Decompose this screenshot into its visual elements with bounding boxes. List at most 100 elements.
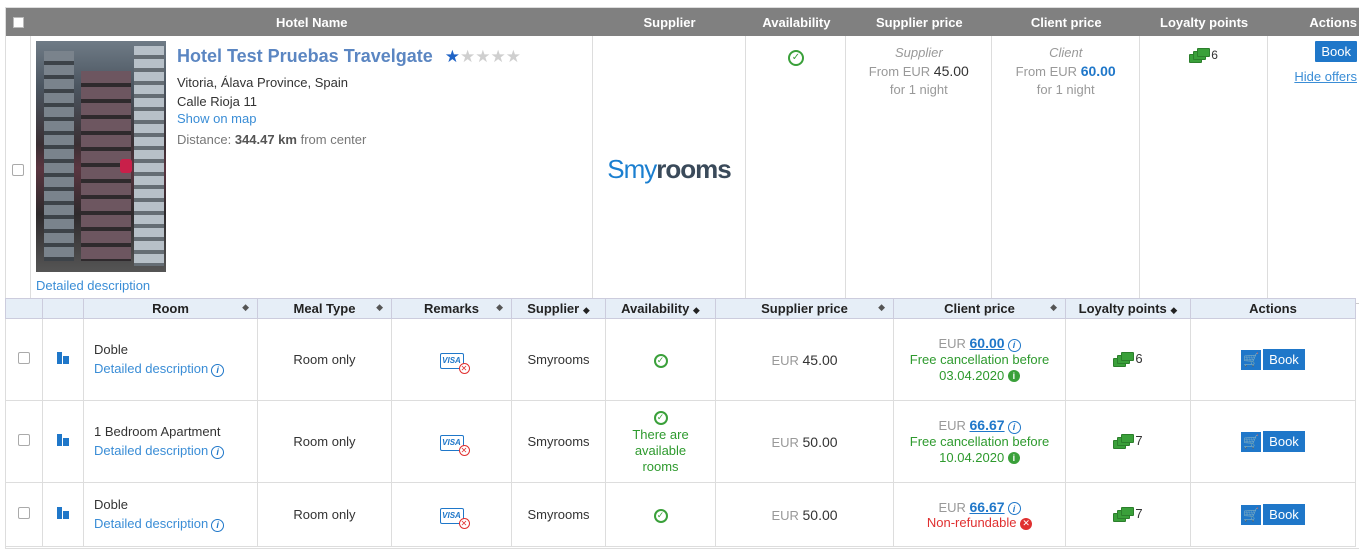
check-circle-icon: ✓ [653,410,668,425]
supplier-logo: Smyrooms [607,154,731,184]
offers-col-supplier[interactable]: Supplier ◆ [511,298,606,319]
offer-client-price: EUR 66.67 i Non-refundable ✕ [893,482,1066,547]
sort-icon[interactable]: ◆ [1050,302,1057,313]
hotel-main-cell: Detailed description Hotel Test Pruebas … [31,36,593,303]
free-cancellation: Free cancellation before 03.04.2020 i [909,351,1050,383]
meal-type: Room only [257,318,392,401]
col-loyalty-points[interactable]: Loyalty points [1140,15,1268,30]
offers-col-client-price[interactable]: Client price ◆ [893,298,1066,319]
offers-col-room[interactable]: Room ◆ [83,298,258,319]
offer-checkbox[interactable] [18,507,30,519]
hotel-book-button[interactable]: Book [1315,41,1357,62]
info-icon[interactable]: i [211,518,225,532]
hotel-name[interactable]: Hotel Test Pruebas Travelgate [177,46,433,67]
info-icon[interactable]: i [211,445,225,459]
offer-loyalty: 6 [1065,318,1191,401]
col-availability[interactable]: Availability [746,15,846,30]
money-icon [1113,433,1135,450]
offer-row: 1 Bedroom Apartment Detailed description… [5,400,1356,483]
offers-col-actions: Actions [1190,298,1356,319]
offers-header-row: Room ◆ Meal Type ◆ Remarks ◆ Supplier ◆ Ava… [5,298,1356,319]
room-detailed-description-link[interactable]: Detailed description i [94,516,256,532]
col-actions: Actions [1309,14,1357,30]
info-icon[interactable]: i [1007,338,1021,352]
hotel-checkbox[interactable] [11,163,24,176]
building-icon [57,352,69,364]
results-header: Hotel Name Supplier Availability Supplie… [6,8,1359,36]
info-icon[interactable]: i [1007,502,1021,516]
offer-checkbox[interactable] [18,434,30,446]
offer-checkbox[interactable] [18,352,30,364]
offer-book-button[interactable]: Book [1263,431,1305,452]
offers-col-loyalty-points[interactable]: Loyalty points ◆ [1065,298,1191,319]
hotel-stars: ★★★★★ [445,47,521,67]
hotel-detailed-description-link[interactable]: Detailed description [36,278,150,293]
visa-card-icon[interactable]: VISA ✕ [439,507,470,529]
select-all-checkbox[interactable] [6,16,31,28]
offer-loyalty: 7 [1065,482,1191,547]
availability-text: There are available rooms [632,426,689,474]
money-icon [1113,506,1135,523]
col-hotel-name[interactable]: Hotel Name [31,15,593,30]
info-badge-icon[interactable]: i [1007,370,1020,383]
room-detailed-description-link[interactable]: Detailed description i [94,443,256,459]
cart-icon[interactable]: 🛒 [1241,349,1262,370]
hotel-availability-cell: ✓ [746,36,847,303]
room-name: Doble [94,342,128,358]
sort-icon[interactable]: ◆ [693,305,700,315]
visa-card-icon[interactable]: VISA ✕ [439,352,470,374]
hotel-actions: Book Hide offers [1268,36,1359,303]
star-filled-icon: ★ [444,46,460,66]
show-on-map-link[interactable]: Show on map [177,111,521,126]
offers-col-meal-type[interactable]: Meal Type ◆ [257,298,392,319]
offer-supplier-price: EUR 50.00 [715,482,894,547]
meal-type: Room only [257,400,392,483]
meal-type: Room only [257,482,392,547]
offer-supplier: Smyrooms [511,318,606,401]
offer-book-button[interactable]: Book [1263,504,1305,525]
col-supplier-price[interactable]: Supplier price [846,15,992,30]
close-circle-icon[interactable]: ✕ [1020,517,1033,530]
hotel-photo[interactable] [35,41,166,272]
sort-icon[interactable]: ◆ [878,302,885,313]
hotel-checkbox-cell [6,36,31,303]
room-name: 1 Bedroom Apartment [94,424,221,440]
offers-col-remarks[interactable]: Remarks ◆ [391,298,512,319]
offer-client-price: EUR 66.67 i Free cancellation before 10.04… [893,400,1066,483]
room-detailed-description-link[interactable]: Detailed description i [94,361,256,377]
offer-supplier: Smyrooms [511,482,606,547]
money-icon [1189,48,1211,64]
offers-col-supplier-price[interactable]: Supplier price ◆ [715,298,894,319]
sort-icon[interactable]: ◆ [496,302,503,313]
visa-card-icon[interactable]: VISA ✕ [439,434,470,456]
offer-supplier-price: EUR 50.00 [715,400,894,483]
offer-row: Doble Detailed description i Room only VI… [5,318,1356,401]
info-icon[interactable]: i [211,363,225,377]
offer-book-button[interactable]: Book [1263,349,1305,370]
hide-offers-link[interactable]: Hide offers [1268,69,1357,84]
client-price-link[interactable]: 66.67 [970,499,1005,515]
hotel-client-price: Client From EUR 60.00 for 1 night [992,36,1141,303]
offer-supplier-price: EUR 45.00 [715,318,894,401]
hotel-supplier-cell: Smyrooms [593,36,747,303]
hotel-loyalty-points: 6 [1140,36,1269,303]
info-icon[interactable]: i [1007,420,1021,434]
cart-icon[interactable]: 🛒 [1241,504,1262,525]
hotel-row: Detailed description Hotel Test Pruebas … [6,36,1359,304]
cart-icon[interactable]: 🛒 [1241,431,1262,452]
check-circle-icon: ✓ [653,508,668,523]
sort-icon[interactable]: ◆ [583,305,590,315]
sort-icon[interactable]: ◆ [242,302,249,313]
offers-col-availability[interactable]: Availability ◆ [605,298,716,319]
sort-icon[interactable]: ◆ [1170,305,1177,315]
info-badge-icon[interactable]: i [1007,452,1020,465]
sort-icon[interactable]: ◆ [376,302,383,313]
col-client-price[interactable]: Client price [992,15,1140,30]
star-empty-icon: ★ [490,46,506,66]
offer-row: Doble Detailed description i Room only VI… [5,482,1356,547]
check-circle-icon: ✓ [787,50,804,66]
col-supplier[interactable]: Supplier [593,15,747,30]
hotel-address: Calle Rioja 11 [176,94,257,109]
client-price-link[interactable]: 60.00 [970,335,1005,351]
client-price-link[interactable]: 66.67 [970,417,1005,433]
